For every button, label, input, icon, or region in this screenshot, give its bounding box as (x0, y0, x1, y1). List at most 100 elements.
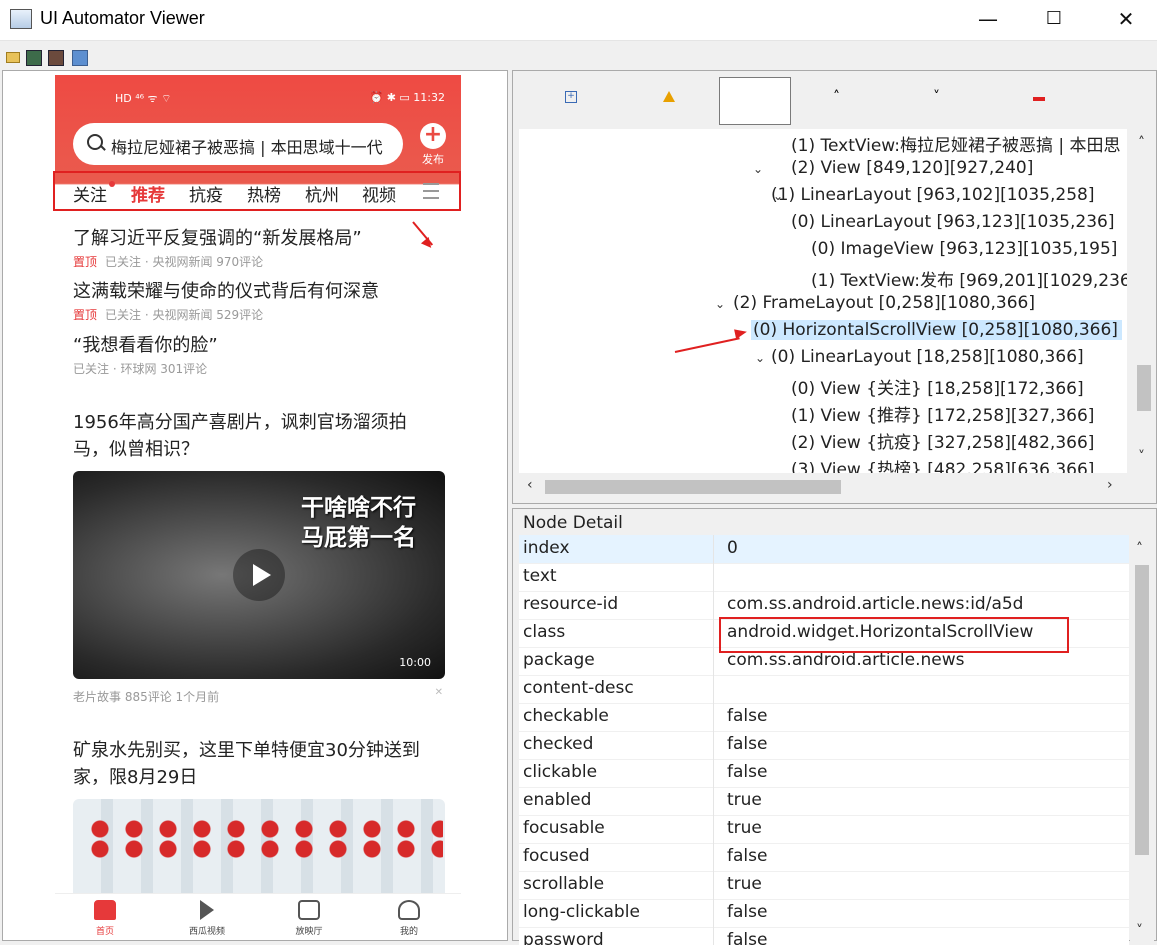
scroll-right-icon[interactable]: › (1107, 477, 1113, 493)
expand-chevron-icon[interactable]: ⌄ (755, 351, 765, 365)
nav-home[interactable]: 首页 (75, 900, 135, 937)
prop-key: text (523, 566, 557, 586)
play-icon[interactable] (233, 549, 285, 601)
close-button[interactable]: ✕ (1096, 0, 1156, 40)
news-item[interactable]: 1956年高分国产喜剧片，讽刺官场溜须拍马，似曾相识？ (73, 409, 433, 463)
table-row[interactable]: clickable false (519, 759, 1129, 788)
tree-node[interactable]: (0) LinearLayout [18,258][1080,366] (771, 347, 1084, 367)
tree-node[interactable]: (0) ImageView [963,123][1035,195] (811, 239, 1117, 259)
scroll-thumb[interactable] (1137, 365, 1151, 411)
chevron-up-icon[interactable]: ˄ (833, 89, 840, 105)
table-row[interactable]: focusable true (519, 815, 1129, 844)
tree-node[interactable]: (1) LinearLayout [963,102][1035,258] (771, 185, 1094, 205)
dismiss-icon[interactable]: ✕ (435, 687, 443, 698)
prop-key: long-clickable (523, 902, 640, 922)
prop-key: index (523, 538, 570, 558)
table-row[interactable]: enabled true (519, 787, 1129, 816)
nav-mine[interactable]: 我的 (379, 900, 439, 937)
tree-node[interactable]: (2) View {抗疫} [327,258][482,366] (791, 428, 1094, 453)
expand-chevron-icon[interactable]: ⌄ (753, 162, 763, 176)
video-duration: 10:00 (399, 656, 431, 669)
person-icon (398, 900, 420, 920)
minus-icon[interactable] (1033, 97, 1045, 101)
search-bar[interactable]: 梅拉尼娅裙子被恶搞 | 本田思域十一代 (73, 123, 403, 165)
search-query: 梅拉尼娅裙子被恶搞 | 本田思域十一代 (111, 138, 383, 157)
prop-value: false (727, 902, 768, 922)
phone-status-bar: HD ⁴⁶ ᯤ ⌔ ⏰ ✱ ▭ 11:32 (115, 91, 445, 109)
tree-horizontal-scrollbar[interactable]: ‹ › (519, 473, 1127, 501)
publish-button[interactable]: + 发布 (415, 123, 451, 169)
prop-key: package (523, 650, 595, 670)
maximize-button[interactable]: ☐ (1024, 0, 1084, 40)
hierarchy-panel: + ˄ ˅ (1) TextView:梅拉尼娅裙子被恶搞 | 本田思 (2) V… (512, 70, 1157, 504)
expand-all-icon[interactable]: + (565, 91, 577, 103)
hierarchy-tree[interactable]: (1) TextView:梅拉尼娅裙子被恶搞 | 本田思 (2) View [8… (519, 129, 1127, 473)
news-item[interactable]: 这满载荣耀与使命的仪式背后有何深意 置顶 已关注 · 央视网新闻 529评论 (73, 278, 453, 323)
node-detail-table[interactable]: index 0 text resource-id com.ss.android.ar… (519, 535, 1129, 945)
scroll-down-icon[interactable]: ˅ (1136, 923, 1143, 939)
tree-node[interactable]: (1) TextView:梅拉尼娅裙子被恶搞 | 本田思 (791, 131, 1121, 156)
table-row[interactable]: index 0 (519, 535, 1129, 564)
tree-node[interactable]: (1) View {推荐} [172,258][327,366] (791, 401, 1094, 426)
table-row[interactable]: checkable false (519, 703, 1129, 732)
tree-node[interactable]: (3) View {热榜} [482,258][636,366] (791, 455, 1094, 473)
table-row[interactable]: scrollable true (519, 871, 1129, 900)
video-thumbnail[interactable]: 干啥啥不行 马屁第一名 10:00 (73, 471, 445, 679)
column-divider[interactable] (713, 535, 714, 945)
expand-chevron-icon[interactable]: ⌄ (773, 189, 783, 203)
news-item[interactable]: 了解习近平反复强调的“新发展格局” 置顶 已关注 · 央视网新闻 970评论 (73, 225, 453, 270)
news-title: 这满载荣耀与使命的仪式背后有何深意 (73, 281, 379, 302)
tree-node[interactable]: (0) View {关注} [18,258][172,366] (791, 374, 1084, 399)
detail-vertical-scrollbar[interactable]: ˄ ˅ (1130, 535, 1154, 943)
table-row[interactable]: text (519, 563, 1129, 592)
status-time: ⏰ ✱ ▭ 11:32 (369, 91, 446, 104)
plus-icon: + (420, 123, 446, 149)
table-row[interactable]: checked false (519, 731, 1129, 760)
scroll-up-icon[interactable]: ˄ (1138, 135, 1145, 151)
scroll-thumb[interactable] (1135, 565, 1149, 855)
scroll-left-icon[interactable]: ‹ (527, 477, 533, 493)
tree-node-selected[interactable]: (0) HorizontalScrollView [0,258][1080,36… (751, 320, 1122, 340)
table-row[interactable]: focused false (519, 843, 1129, 872)
minimize-button[interactable]: — (958, 0, 1018, 40)
tv-icon (298, 900, 320, 920)
screenshot-panel: HD ⁴⁶ ᯤ ⌔ ⏰ ✱ ▭ 11:32 梅拉尼娅裙子被恶搞 | 本田思域十一… (2, 70, 508, 941)
tree-node[interactable]: (2) View [849,120][927,240] (791, 158, 1033, 178)
open-folder-icon[interactable] (6, 52, 20, 63)
save-icon[interactable] (72, 50, 88, 66)
chevron-down-icon[interactable]: ˅ (933, 89, 940, 105)
warning-icon[interactable] (663, 91, 675, 102)
news-item[interactable]: “我想看看你的脸” 已关注 · 环球网 301评论 (73, 332, 453, 377)
nav-cinema[interactable]: 放映厅 (279, 900, 339, 937)
nav-xigua-video[interactable]: 西瓜视频 (177, 900, 237, 937)
prop-value: false (727, 846, 768, 866)
prop-key: enabled (523, 790, 592, 810)
highlight-box (719, 617, 1069, 653)
prop-key: content-desc (523, 678, 634, 698)
status-left-icons: HD ⁴⁶ ᯤ ⌔ (115, 92, 172, 105)
news-title: 1956年高分国产喜剧片，讽刺官场溜须拍马，似曾相识？ (73, 412, 407, 460)
table-row[interactable]: resource-id com.ss.android.article.news:i… (519, 591, 1129, 620)
scroll-up-icon[interactable]: ˄ (1136, 541, 1143, 557)
highlight-box (53, 171, 461, 211)
tree-vertical-scrollbar[interactable]: ˄ ˅ (1132, 129, 1156, 473)
table-row[interactable]: password false (519, 927, 1129, 945)
tree-node[interactable]: (0) LinearLayout [963,123][1035,236] (791, 212, 1114, 232)
news-item[interactable]: 矿泉水先别买，这里下单特便宜30分钟送到家，限8月29日 (73, 737, 445, 791)
table-row[interactable]: content-desc (519, 675, 1129, 704)
prop-value: 0 (727, 538, 738, 558)
news-meta: 已关注 · 央视网新闻 970评论 (105, 255, 264, 269)
tree-node[interactable]: (2) FrameLayout [0,258][1080,366] (733, 293, 1035, 313)
scroll-thumb[interactable] (545, 480, 841, 494)
device-screenshot-compressed-icon[interactable] (48, 50, 64, 66)
tree-node[interactable]: (1) TextView:发布 [969,201][1029,236] (811, 266, 1127, 291)
expand-chevron-icon[interactable]: ⌄ (715, 297, 725, 311)
home-icon (94, 900, 116, 920)
device-screenshot-icon[interactable] (26, 50, 42, 66)
table-row[interactable]: long-clickable false (519, 899, 1129, 928)
arrow-head-icon (734, 326, 748, 340)
nav-label: 放映厅 (295, 927, 323, 937)
prop-value: false (727, 706, 768, 726)
prop-value: true (727, 790, 762, 810)
scroll-down-icon[interactable]: ˅ (1138, 449, 1145, 465)
